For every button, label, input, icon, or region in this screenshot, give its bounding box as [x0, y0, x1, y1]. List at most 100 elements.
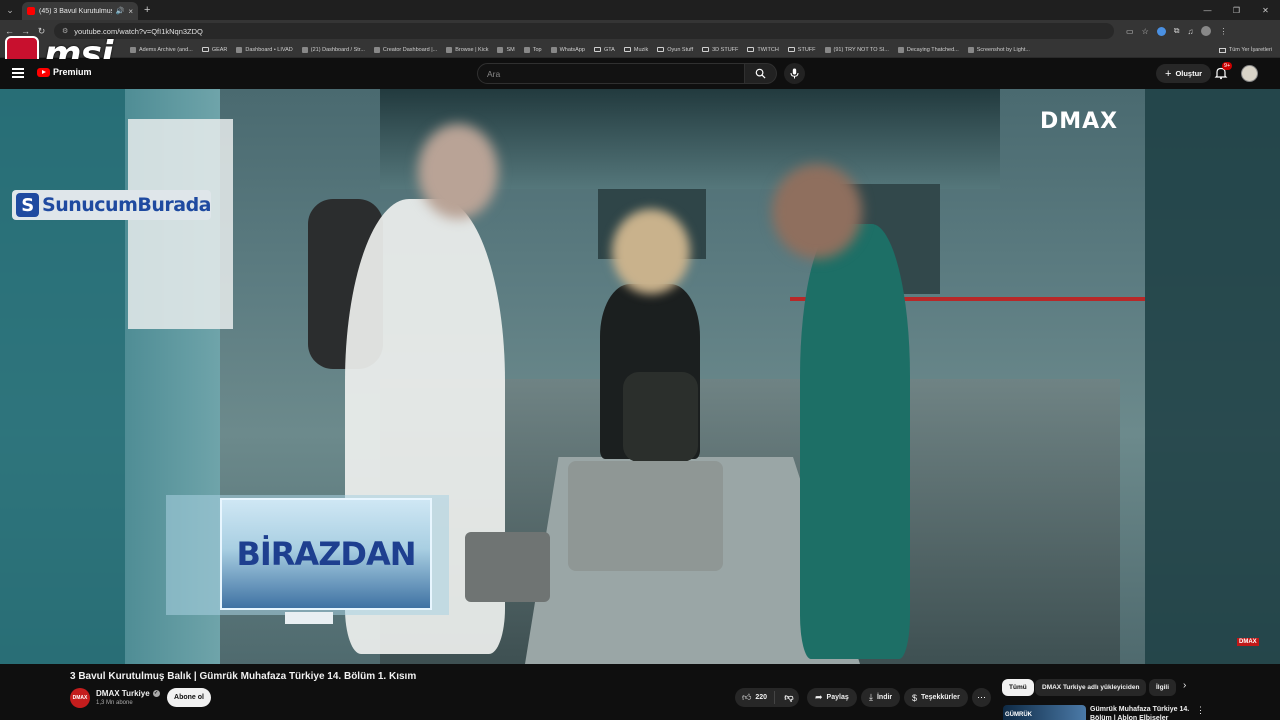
- channel-name-row[interactable]: DMAX Turkiye ✓: [96, 689, 160, 698]
- bookmark-item[interactable]: GTA: [593, 46, 615, 53]
- tab-list-chevron-icon[interactable]: ⌄: [0, 0, 20, 20]
- download-button[interactable]: ⤓ İndir: [861, 688, 901, 707]
- chip-related[interactable]: İlgili: [1149, 679, 1176, 696]
- chips-next-chevron-icon[interactable]: ›: [1183, 680, 1186, 691]
- bookmark-item[interactable]: Top: [523, 46, 542, 53]
- upcoming-overlay: BİRAZDAN: [220, 498, 432, 610]
- dislike-button[interactable]: 👎︎: [779, 692, 799, 703]
- bookmark-item[interactable]: 3D STUFF: [702, 47, 738, 53]
- like-button[interactable]: 👍︎ 220: [735, 691, 775, 704]
- bookmark-label: Oyun Stuff: [667, 46, 694, 53]
- create-button[interactable]: + Oluştur: [1156, 64, 1212, 83]
- bookmark-item[interactable]: GEAR: [201, 46, 228, 53]
- close-tab-icon[interactable]: ×: [128, 7, 133, 16]
- account-avatar[interactable]: [1241, 65, 1258, 82]
- folder-icon: [593, 47, 601, 52]
- subscribe-button[interactable]: Abone ol: [167, 688, 211, 707]
- cast-icon[interactable]: ▭: [1126, 27, 1134, 36]
- frame-left-wall: [0, 89, 125, 664]
- bookmark-item[interactable]: STUFF: [787, 46, 816, 53]
- url-field[interactable]: ⚙ youtube.com/watch?v=QfI1kNqn3ZDQ: [54, 23, 1114, 39]
- search-icon: [755, 68, 766, 79]
- video-player[interactable]: DMAX DMAX S SunucumBurada BİRAZDAN: [0, 89, 1280, 664]
- frame-backpack: [623, 372, 698, 462]
- bookmark-label: GEAR: [211, 46, 228, 53]
- bookmark-label: Screenshot by Light...: [976, 46, 1030, 53]
- frame-customs-officer: [800, 224, 910, 659]
- subscriber-count: 1,3 Mn abone: [96, 700, 133, 706]
- puzzle-extensions-icon[interactable]: ⧉: [1174, 26, 1180, 36]
- bookmark-favicon-icon: [446, 46, 453, 53]
- bookmark-label: (21) Dashboard / Str...: [310, 46, 365, 53]
- notification-count-badge: 9+: [1222, 62, 1233, 70]
- youtube-logo[interactable]: Premium: [37, 67, 92, 77]
- folder-icon: [787, 47, 795, 52]
- bookmark-item[interactable]: Dashboard • LIVAD: [236, 46, 293, 53]
- new-tab-plus-icon[interactable]: +: [144, 4, 150, 16]
- bookmark-star-icon[interactable]: ☆: [1142, 27, 1149, 36]
- recommendation-title[interactable]: Gümrük Muhafaza Türkiye 14. Bölüm | Ablo…: [1090, 705, 1190, 720]
- recommendation-thumbnail[interactable]: GÜMRÜK: [1003, 705, 1086, 720]
- url-text: youtube.com/watch?v=QfI1kNqn3ZDQ: [74, 26, 203, 36]
- minimize-icon[interactable]: —: [1193, 0, 1222, 20]
- profile-avatar[interactable]: [1201, 26, 1212, 36]
- bookmark-item[interactable]: Browse | Kick: [446, 46, 488, 53]
- window-close-icon[interactable]: ✕: [1251, 0, 1280, 20]
- browser-menu-icon[interactable]: ⋮: [1219, 27, 1227, 36]
- back-arrow-icon[interactable]: ←: [3, 26, 16, 36]
- bookmark-item[interactable]: Decaying Thatched...: [897, 46, 959, 53]
- bookmark-item[interactable]: SM: [497, 46, 515, 53]
- recommendation-menu-icon[interactable]: ⋮: [1196, 705, 1205, 716]
- bookmark-item[interactable]: Screenshot by Light...: [967, 46, 1030, 53]
- bookmark-item[interactable]: Muzik: [623, 47, 648, 53]
- thanks-button[interactable]: $ Teşekkürler: [904, 688, 968, 707]
- channel-name[interactable]: DMAX Turkiye: [96, 689, 150, 698]
- folder-icon: [657, 47, 665, 52]
- sponsor-banner: S SunucumBurada: [12, 190, 211, 220]
- bookmark-label: GTA: [603, 46, 615, 53]
- create-label: Oluştur: [1175, 69, 1203, 78]
- bookmark-favicon-icon: [967, 46, 974, 53]
- frame-suitcase-small: [465, 532, 550, 602]
- bookmark-item[interactable]: Adems Archive (and...: [130, 46, 193, 53]
- chip-all[interactable]: Tümü: [1002, 679, 1034, 696]
- bookmark-item[interactable]: WhatsApp: [550, 46, 585, 53]
- reload-icon[interactable]: ↻: [35, 26, 48, 37]
- browser-tab-active[interactable]: (45) 3 Bavul Kurutulmuş Bal 🔊 ×: [22, 2, 138, 20]
- search-button[interactable]: [745, 63, 777, 84]
- hamburger-menu-icon[interactable]: [12, 68, 24, 78]
- bookmark-item[interactable]: Oyun Stuff: [657, 47, 693, 53]
- bookmark-label: TWITCH: [757, 46, 779, 53]
- all-bookmarks-button[interactable]: Tüm Yer İşaretleri: [1218, 42, 1272, 57]
- thumbs-up-icon: 👍︎: [741, 692, 752, 702]
- bookmark-item[interactable]: Creator Dashboard |...: [373, 46, 438, 53]
- bookmark-label: Creator Dashboard |...: [382, 46, 438, 53]
- bookmark-item[interactable]: TWITCH: [747, 46, 779, 53]
- bookmark-item[interactable]: (91) TRY NOT TO SI...: [824, 46, 889, 53]
- restore-icon[interactable]: ❐: [1222, 0, 1251, 20]
- frame-notice-board: [128, 119, 233, 329]
- share-arrow-icon: ➦: [815, 692, 823, 702]
- chip-from-uploader[interactable]: DMAX Turkiye adlı yükleyiciden: [1035, 679, 1147, 696]
- voice-search-button[interactable]: [784, 63, 805, 84]
- all-bookmarks-label: Tüm Yer İşaretleri: [1228, 47, 1272, 53]
- media-control-icon[interactable]: ♫: [1187, 27, 1193, 36]
- extension-icon[interactable]: [1156, 26, 1166, 36]
- bookmark-label: Dashboard • LIVAD: [245, 46, 293, 53]
- channel-avatar[interactable]: DMAX: [70, 688, 90, 708]
- youtube-play-icon: [37, 67, 50, 77]
- share-button[interactable]: ➦ Paylaş: [807, 688, 857, 707]
- more-actions-icon[interactable]: ⋯: [972, 688, 991, 707]
- bookmark-item[interactable]: (21) Dashboard / Str...: [301, 46, 365, 53]
- bookmark-favicon-icon: [550, 46, 557, 53]
- site-info-icon[interactable]: ⚙: [62, 27, 68, 35]
- speaker-icon[interactable]: 🔊: [116, 7, 125, 15]
- corner-bug: DMAX: [1237, 638, 1259, 646]
- microphone-icon: [790, 68, 799, 79]
- forward-arrow-icon[interactable]: →: [19, 26, 32, 36]
- tab-title: (45) 3 Bavul Kurutulmuş Bal: [39, 7, 112, 15]
- bookmark-label: Adems Archive (and...: [139, 46, 193, 53]
- folder-icon: [702, 47, 710, 52]
- bookmark-label: STUFF: [797, 46, 816, 53]
- search-input[interactable]: Ara: [477, 63, 745, 84]
